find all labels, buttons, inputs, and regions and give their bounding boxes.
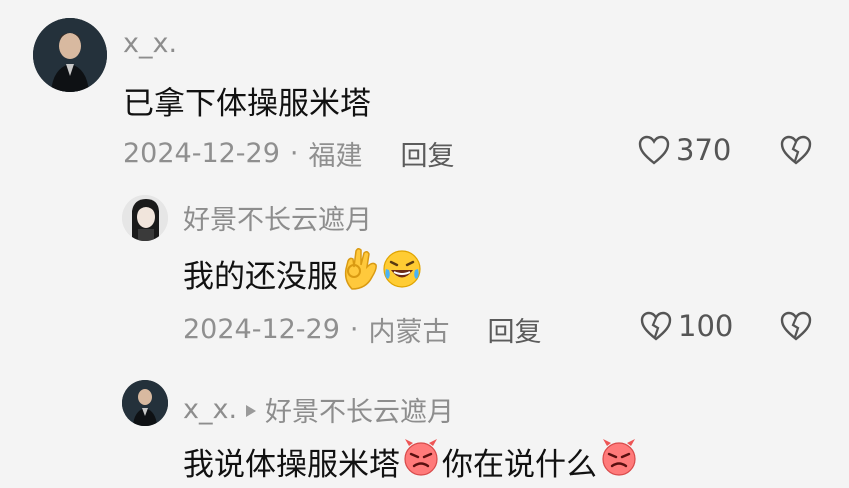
comment-text-part2: 你在说什么	[442, 446, 597, 483]
angry-face-emoji	[401, 438, 441, 484]
heart-filled-icon	[640, 311, 672, 341]
avatar[interactable]	[122, 195, 168, 241]
avatar[interactable]	[122, 380, 168, 426]
reply-button[interactable]: 回复	[488, 310, 542, 349]
comment-text: 已拿下体操服米塔	[123, 86, 371, 122]
broken-heart-icon[interactable]	[780, 135, 812, 165]
username[interactable]: 好景不长云遮月	[183, 198, 372, 237]
comment-meta: 2024-12-29 · 内蒙古 回复	[183, 310, 542, 349]
comment-location: 福建	[308, 141, 363, 172]
like-button[interactable]: 100	[640, 309, 733, 343]
ok-hand-emoji	[340, 247, 380, 299]
reply-button[interactable]: 回复	[401, 134, 455, 173]
avatar[interactable]	[33, 18, 107, 92]
reply-to-username[interactable]: 好景不长云遮月	[265, 390, 454, 429]
username[interactable]: x_x.	[183, 394, 237, 425]
heart-outline-icon	[638, 135, 670, 165]
comment-date: 2024-12-29	[123, 138, 280, 169]
angry-face-emoji	[599, 438, 639, 484]
like-count: 100	[678, 309, 734, 343]
like-count: 370	[676, 133, 732, 167]
triangle-right-icon	[245, 394, 257, 425]
meta-separator: ·	[289, 138, 299, 169]
rolling-laughing-emoji	[382, 249, 422, 297]
comment-date: 2024-12-29	[183, 314, 340, 345]
comment-text: 我的还没服	[183, 247, 422, 299]
like-button[interactable]: 370	[638, 133, 731, 167]
reply-header: x_x. 好景不长云遮月	[183, 390, 454, 429]
broken-heart-icon[interactable]	[780, 311, 812, 341]
comment-text-part1: 我说体操服米塔	[183, 446, 400, 483]
comment-location: 内蒙古	[368, 317, 450, 348]
username[interactable]: x_x.	[123, 28, 177, 59]
meta-separator: ·	[349, 314, 359, 345]
comment-meta: 2024-12-29 · 福建 回复	[123, 134, 455, 173]
comment-text: 我说体操服米塔 你在说什么	[183, 438, 639, 484]
comment-text-content: 我的还没服	[183, 258, 338, 295]
